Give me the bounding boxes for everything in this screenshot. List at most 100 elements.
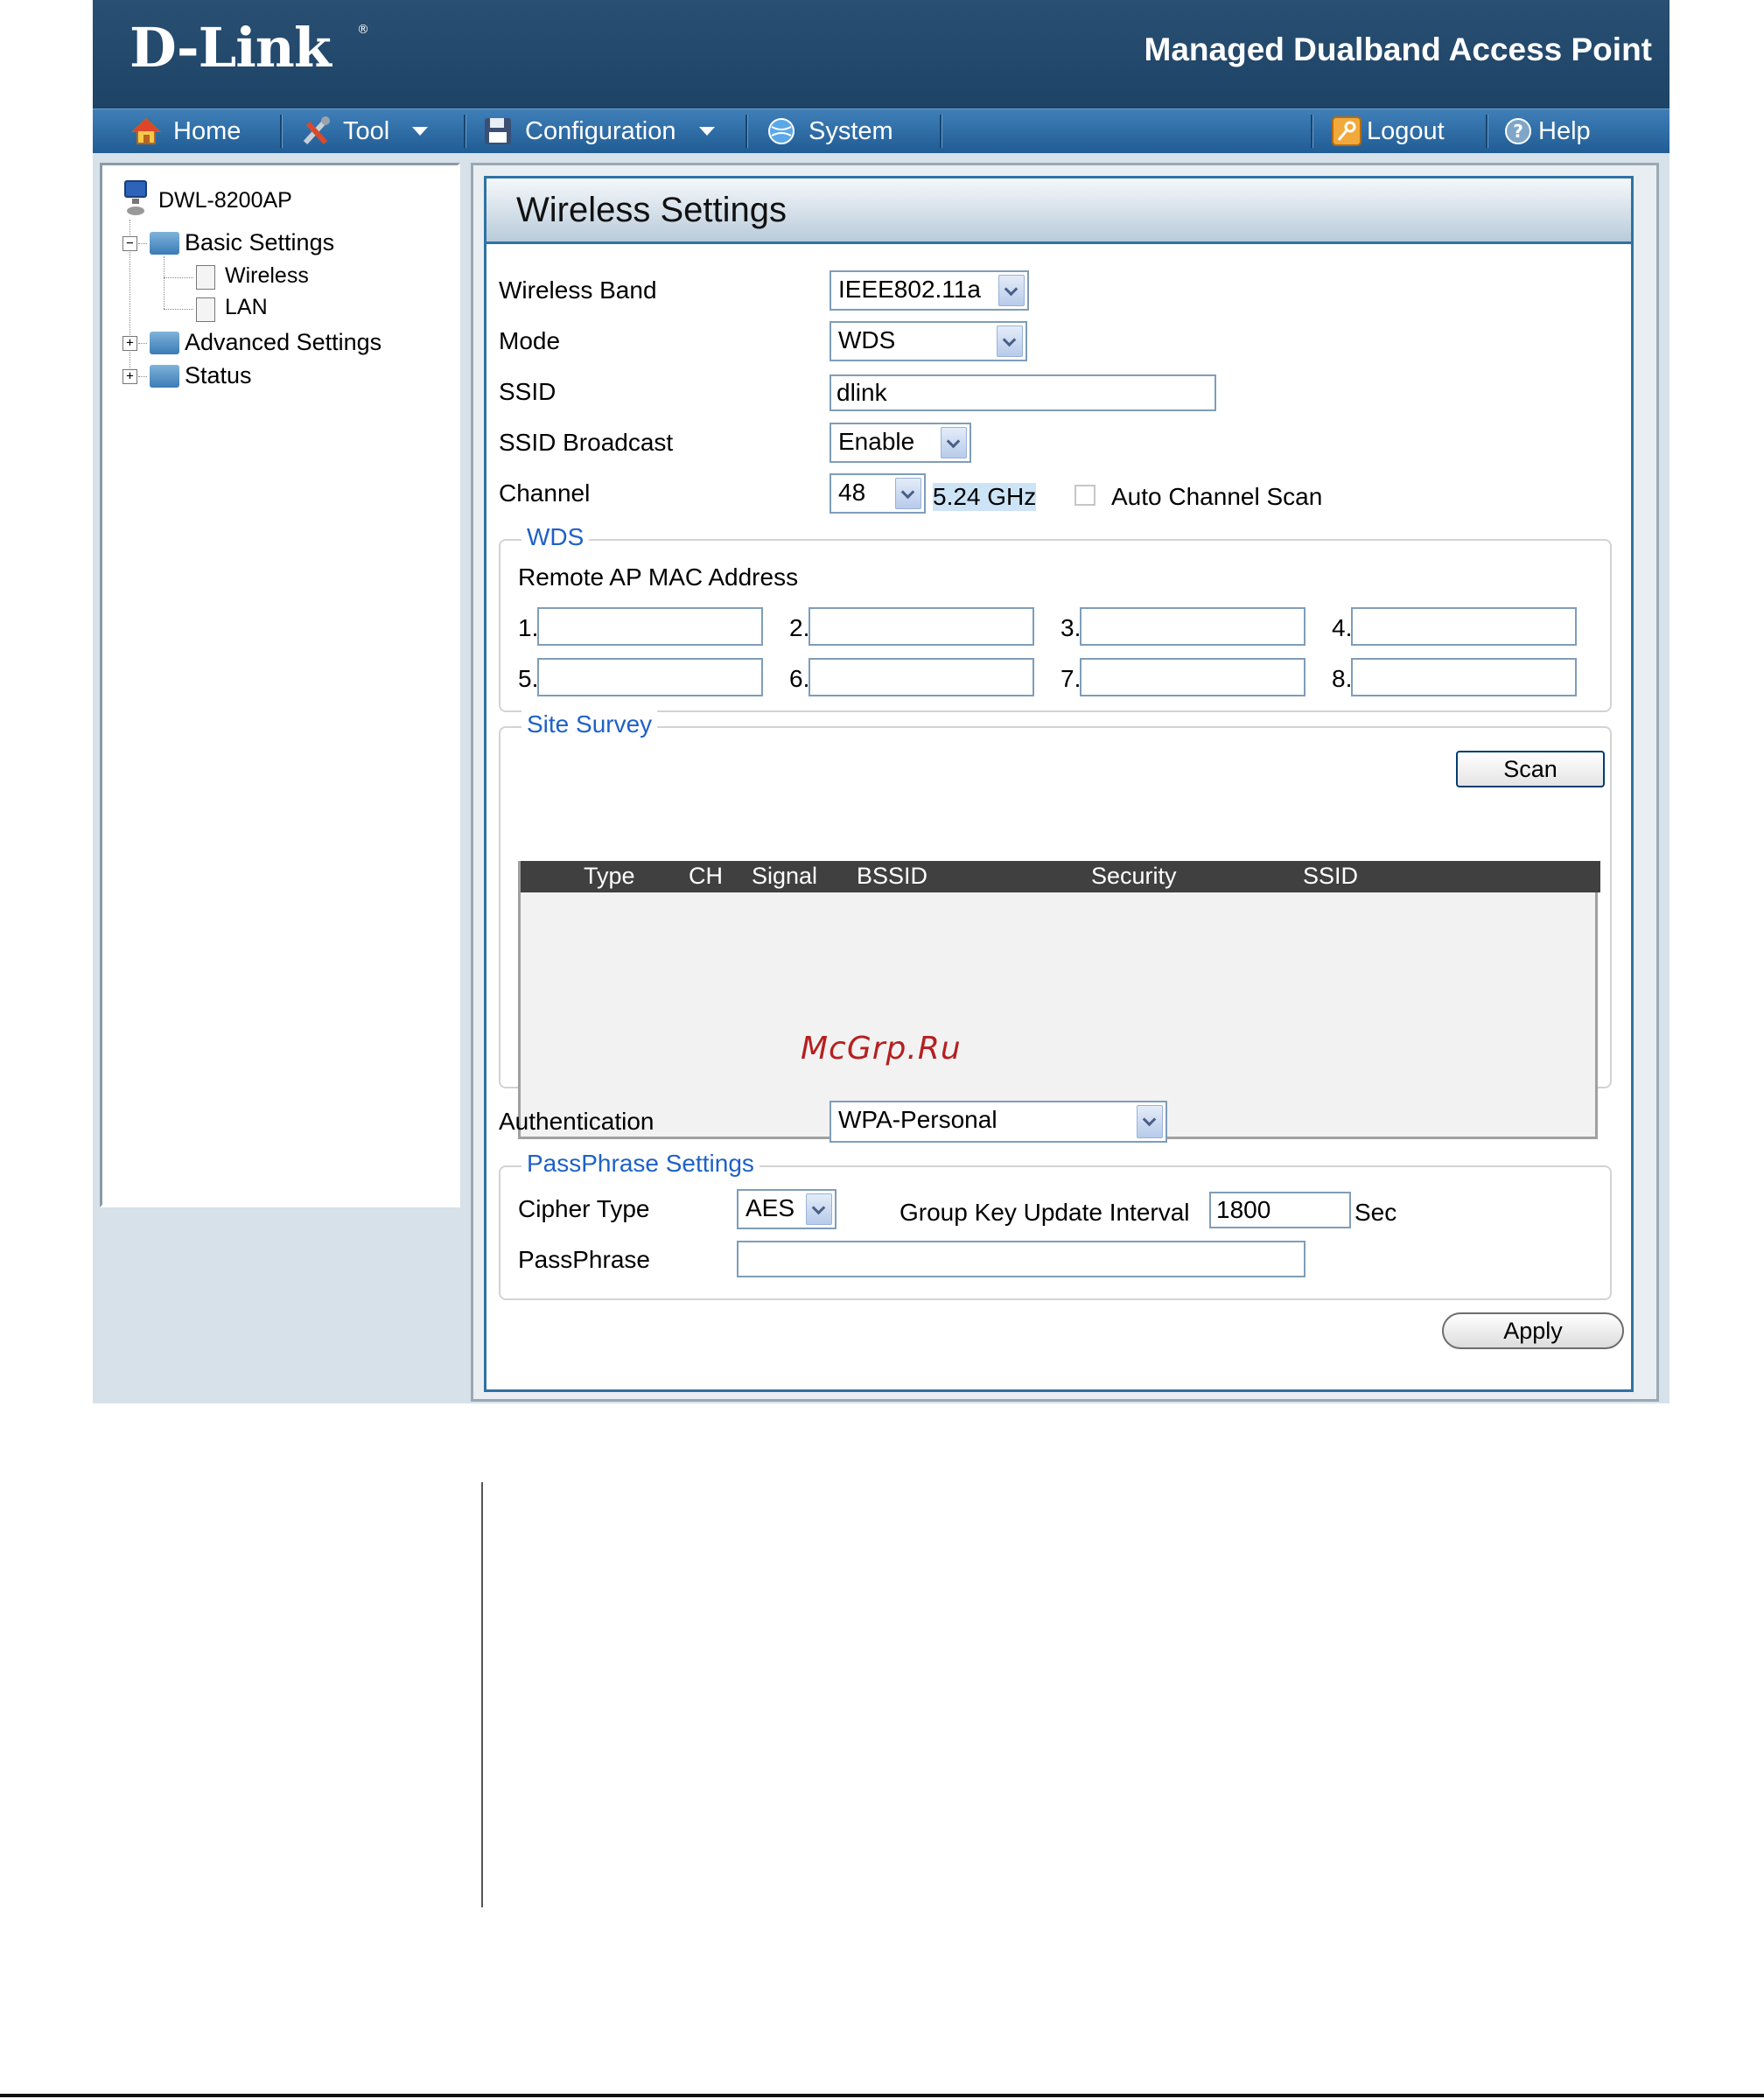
expand-icon[interactable]: +	[122, 369, 137, 384]
site-survey-legend: Site Survey	[522, 710, 658, 738]
chevron-down-icon[interactable]	[998, 275, 1025, 306]
wireless-settings-panel: Wireless Settings Wireless Band IEEE802.…	[484, 176, 1634, 1392]
wds-number: 2.	[789, 614, 810, 641]
tree-advanced-settings[interactable]: Advanced Settings	[185, 329, 382, 356]
wds-number: 3.	[1060, 614, 1082, 641]
group-key-unit: Sec	[1354, 1199, 1397, 1226]
folder-icon	[150, 332, 179, 354]
chevron-down-icon[interactable]	[1137, 1105, 1163, 1138]
menu-system-label: System	[808, 116, 893, 145]
wds-number: 6.	[789, 665, 810, 692]
tree-connector	[138, 243, 147, 244]
tree-connector	[164, 277, 193, 278]
auto-channel-scan-checkbox[interactable]	[1074, 485, 1096, 506]
wds-mac-input-4[interactable]	[1351, 607, 1577, 646]
floppy-disk-icon	[485, 118, 511, 144]
help-icon: ?	[1505, 118, 1531, 144]
dlink-logo: D-Link	[130, 16, 332, 80]
channel-frequency: 5.24 GHz	[933, 483, 1037, 511]
cipher-type-value: AES	[746, 1194, 795, 1221]
mode-label: Mode	[499, 327, 561, 354]
tree-device[interactable]: DWL-8200AP	[158, 188, 292, 213]
wds-number: 1.	[518, 614, 539, 641]
globe-icon	[768, 118, 794, 144]
wireless-band-select[interactable]: IEEE802.11a	[830, 270, 1029, 311]
page-bottom-rule	[0, 2094, 1764, 2097]
chevron-down-icon[interactable]	[806, 1193, 832, 1225]
menu-help[interactable]: ? Help	[1503, 109, 1591, 153]
cipher-type-label: Cipher Type	[518, 1195, 650, 1222]
menu-configuration[interactable]: Configuration	[483, 109, 715, 153]
product-title: Managed Dualband Access Point	[1144, 31, 1652, 67]
wds-number: 5.	[518, 665, 539, 692]
tree-connector	[138, 376, 147, 377]
menu-home[interactable]: Home	[131, 109, 241, 153]
wds-mac-input-1[interactable]	[537, 607, 763, 646]
tree-wireless[interactable]: Wireless	[225, 263, 309, 289]
chevron-down-icon[interactable]	[941, 427, 967, 458]
authentication-select[interactable]: WPA-Personal	[830, 1101, 1167, 1143]
ssid-broadcast-select[interactable]: Enable	[830, 423, 971, 463]
ssid-label: SSID	[499, 378, 556, 405]
column-header-signal: Signal	[752, 863, 818, 889]
wds-number: 8.	[1332, 665, 1353, 692]
menu-system[interactable]: System	[766, 109, 893, 153]
menu-logout[interactable]: Logout	[1332, 109, 1445, 153]
menu-home-label: Home	[173, 116, 242, 145]
svg-text:?: ?	[1513, 121, 1523, 142]
wds-mac-input-2[interactable]	[808, 607, 1034, 646]
chevron-down-icon	[698, 127, 715, 136]
chevron-down-icon[interactable]	[895, 478, 921, 509]
wds-mac-input-8[interactable]	[1351, 658, 1577, 696]
auto-channel-scan-label: Auto Channel Scan	[1111, 483, 1323, 510]
authentication-value: WPA-Personal	[838, 1106, 998, 1133]
wds-mac-input-6[interactable]	[808, 658, 1034, 696]
passphrase-input[interactable]	[737, 1241, 1306, 1277]
menu-separator	[940, 115, 942, 148]
wds-mac-input-7[interactable]	[1080, 658, 1306, 696]
wds-mac-input-5[interactable]	[537, 658, 763, 696]
chevron-down-icon	[412, 127, 429, 136]
group-key-interval-input[interactable]: 1800	[1209, 1192, 1351, 1228]
collapse-icon[interactable]: −	[122, 236, 137, 251]
ssid-input[interactable]: dlink	[830, 374, 1216, 411]
authentication-label: Authentication	[499, 1108, 654, 1135]
mode-value: WDS	[838, 326, 896, 353]
cipher-type-select[interactable]: AES	[737, 1189, 836, 1229]
group-key-update-interval-label: Group Key Update Interval	[900, 1199, 1190, 1226]
site-survey-table-header: Type CH Signal BSSID Security SSID	[521, 861, 1600, 892]
scan-button[interactable]: Scan	[1456, 751, 1605, 787]
page-icon	[196, 297, 215, 322]
page-divider-line	[481, 1482, 483, 1907]
menu-separator	[1486, 115, 1488, 148]
chevron-down-icon[interactable]	[997, 325, 1023, 357]
expand-icon[interactable]: +	[122, 336, 137, 351]
menu-logout-label: Logout	[1367, 116, 1445, 145]
menu-bar: Home Tool Configuration System Logout ? …	[93, 108, 1670, 153]
menu-separator	[280, 115, 283, 148]
tree-connector	[164, 309, 193, 310]
folder-icon	[150, 365, 179, 388]
column-header-type: Type	[584, 863, 635, 889]
tree-status[interactable]: Status	[185, 362, 252, 389]
wds-number: 4.	[1332, 614, 1353, 641]
tree-lan[interactable]: LAN	[225, 295, 268, 320]
wds-mac-input-3[interactable]	[1080, 607, 1306, 646]
wireless-band-label: Wireless Band	[499, 276, 657, 304]
channel-select[interactable]: 48	[830, 473, 926, 514]
wds-number: 7.	[1060, 665, 1082, 692]
ssid-broadcast-label: SSID Broadcast	[499, 429, 674, 456]
menu-tool[interactable]: Tool	[301, 109, 429, 153]
device-icon	[124, 180, 147, 215]
menu-help-label: Help	[1538, 116, 1591, 145]
column-header-ch: CH	[689, 863, 723, 889]
channel-label: Channel	[499, 479, 591, 507]
apply-button[interactable]: Apply	[1442, 1312, 1624, 1349]
app-window: D-Link ® Managed Dualband Access Point H…	[93, 0, 1670, 1403]
channel-value: 48	[838, 479, 866, 506]
content-panel: Wireless Settings Wireless Band IEEE802.…	[471, 163, 1659, 1402]
tree-connector	[138, 343, 147, 344]
mode-select[interactable]: WDS	[830, 321, 1027, 361]
home-icon	[131, 117, 161, 144]
tree-basic-settings[interactable]: Basic Settings	[185, 229, 334, 256]
